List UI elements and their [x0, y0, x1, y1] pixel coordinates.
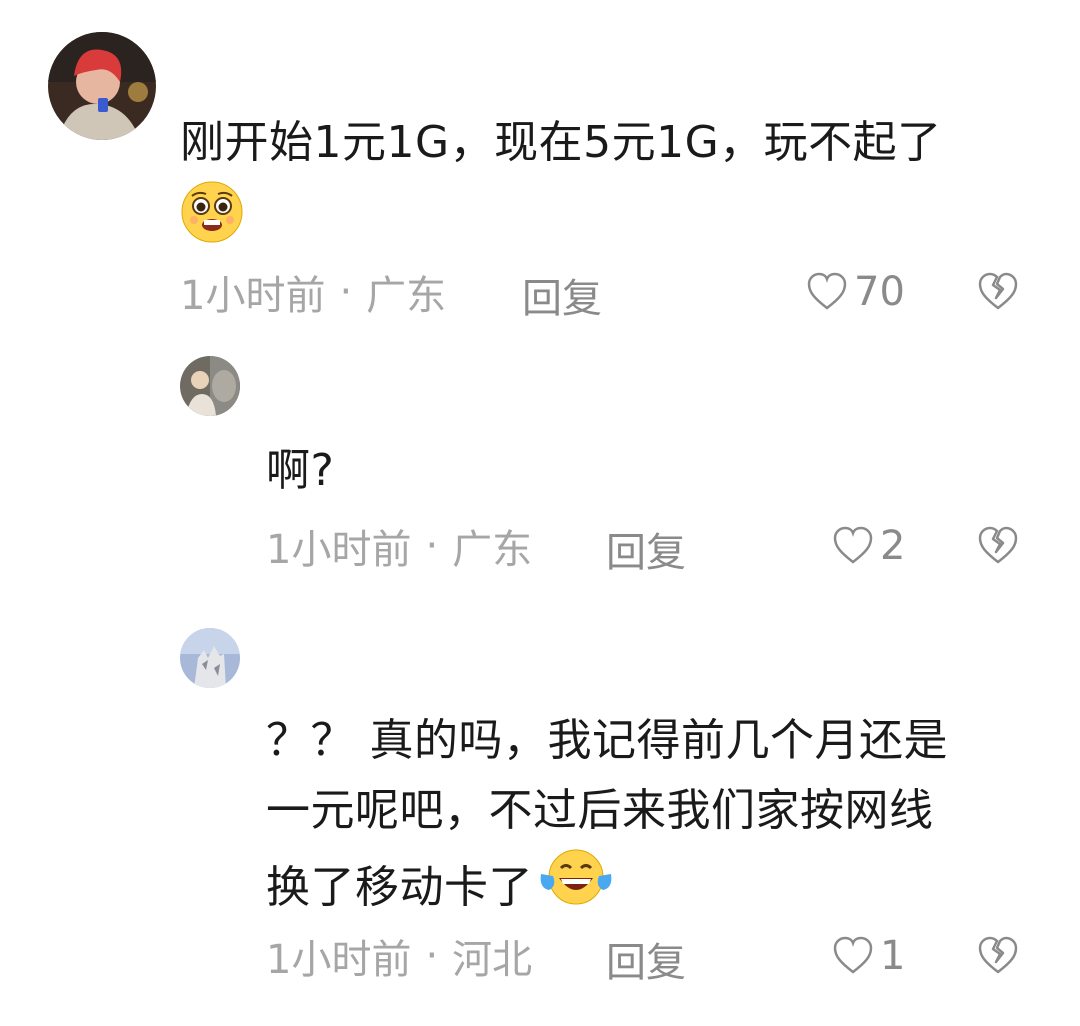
comment-3: ？？ 真的吗，我记得前几个月还是 一元呢吧，不过后来我们家按网线 换了移动卡了 …: [0, 600, 1080, 1026]
pleading-face-emoji: [180, 180, 244, 265]
comment-time: 1小时前: [266, 937, 412, 983]
comment-2: 啊? 1小时前 · 广东 回复 2: [0, 340, 1080, 600]
like-button[interactable]: 70: [806, 266, 905, 318]
broken-heart-icon: [978, 272, 1018, 310]
comment-time: 1小时前: [266, 527, 412, 573]
like-count: 2: [880, 523, 906, 569]
reply-button[interactable]: 回复: [606, 930, 686, 988]
comment-meta: 1小时前 · 广东: [180, 266, 447, 319]
comment-meta: 1小时前 · 河北: [266, 930, 533, 983]
comment-text: 刚开始1元1G，现在5元1G，玩不起了: [180, 108, 1040, 178]
avatar[interactable]: [48, 32, 156, 140]
comment-text-content: 刚开始1元1G，现在5元1G，玩不起了: [180, 117, 942, 168]
broken-heart-icon: [978, 936, 1018, 974]
dislike-button[interactable]: [976, 524, 1020, 570]
meta-separator: ·: [339, 269, 353, 315]
broken-heart-icon: [978, 526, 1018, 564]
heart-icon: [807, 272, 847, 310]
comment-text: 啊?: [266, 436, 1036, 506]
comment-text-line-3: 换了移动卡了: [266, 846, 1056, 929]
reply-button[interactable]: 回复: [522, 266, 602, 324]
like-count: 70: [854, 269, 905, 315]
avatar-image: [180, 356, 240, 416]
comment-location: 广东: [452, 527, 533, 573]
reply-button[interactable]: 回复: [606, 520, 686, 578]
meta-separator: ·: [425, 933, 439, 979]
dislike-button[interactable]: [976, 934, 1020, 980]
comment-text-line-3-content: 换了移动卡了: [266, 861, 533, 913]
comment-text-content: 啊?: [266, 445, 335, 496]
meta-separator: ·: [425, 523, 439, 569]
comment-text: ？？ 真的吗，我记得前几个月还是 一元呢吧，不过后来我们家按网线 换了移动卡了: [266, 706, 1056, 929]
comment-meta: 1小时前 · 广东: [266, 520, 533, 573]
like-count: 1: [880, 933, 906, 979]
tears-of-joy-emoji: [537, 846, 615, 929]
avatar[interactable]: [180, 356, 240, 416]
comment-time: 1小时前: [180, 273, 326, 319]
avatar-image: [48, 32, 156, 140]
comment-location: 河北: [452, 937, 533, 983]
comment-location: 广东: [366, 273, 447, 319]
comment-text-line-2: 一元呢吧，不过后来我们家按网线: [266, 785, 934, 836]
heart-icon: [833, 936, 873, 974]
avatar-image: [180, 628, 240, 688]
like-button[interactable]: 1: [832, 930, 905, 982]
comment-1: 刚开始1元1G，现在5元1G，玩不起了 1小时前 · 广东 回复 70: [0, 0, 1080, 340]
heart-icon: [833, 526, 873, 564]
comment-text-line-1: ？？ 真的吗，我记得前几个月还是: [266, 715, 948, 766]
like-button[interactable]: 2: [832, 520, 905, 572]
comment-emoji-line: [180, 180, 244, 265]
avatar[interactable]: [180, 628, 240, 688]
dislike-button[interactable]: [976, 270, 1020, 316]
